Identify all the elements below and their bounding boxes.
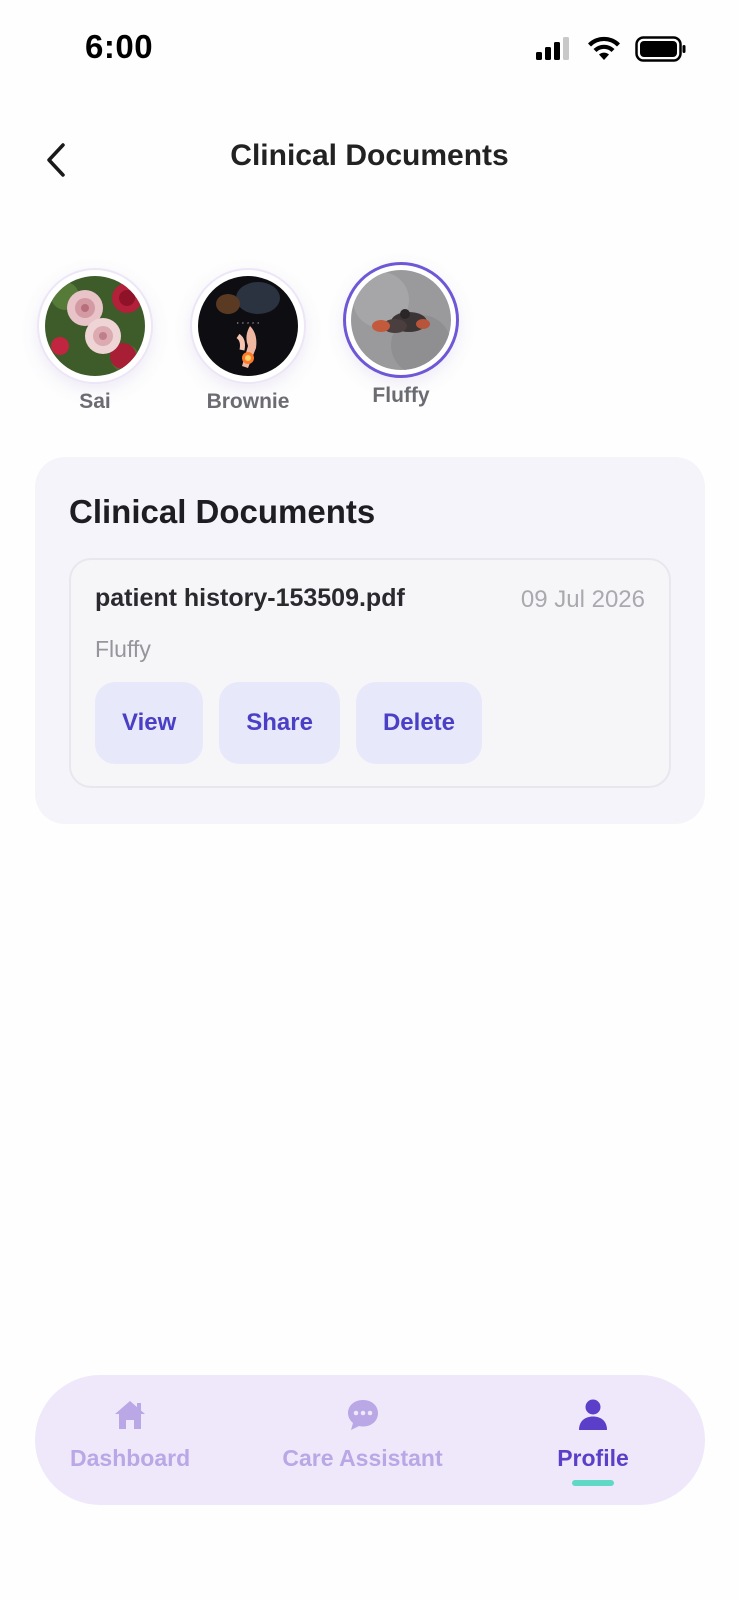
pet-brownie[interactable]: · · · · · Brownie xyxy=(183,268,313,414)
share-button[interactable]: Share xyxy=(219,682,340,764)
nav-care-assistant[interactable]: Care Assistant xyxy=(280,1395,445,1472)
status-bar: 6:00 xyxy=(0,0,739,100)
nav-label: Profile xyxy=(557,1445,629,1471)
nav-label: Dashboard xyxy=(70,1445,191,1471)
pet-name: Fluffy xyxy=(372,384,430,407)
clinical-documents-card: Clinical Documents patient history-15350… xyxy=(35,457,705,824)
pet-avatar-ring: · · · · · xyxy=(190,268,306,384)
status-time: 6:00 xyxy=(85,28,154,65)
bottom-nav: Dashboard Care Assistant Profile xyxy=(35,1375,705,1505)
status-icons xyxy=(535,36,687,62)
cellular-signal-icon xyxy=(536,37,569,60)
document-item: patient history-153509.pdf 09 Jul 2026 F… xyxy=(69,558,671,788)
pet-name: Sai xyxy=(79,390,111,413)
document-actions: View Share Delete xyxy=(95,682,483,764)
nav-profile[interactable]: Profile xyxy=(553,1395,633,1486)
section-title: Clinical Documents xyxy=(69,493,376,530)
header: Clinical Documents xyxy=(0,125,739,195)
pet-fluffy[interactable]: Fluffy xyxy=(336,262,466,408)
pet-avatar-fluffy xyxy=(351,270,451,370)
pet-name: Brownie xyxy=(206,390,290,413)
pet-avatar-ring xyxy=(37,268,153,384)
page-title: Clinical Documents xyxy=(230,139,509,172)
svg-text:· · · · ·: · · · · · xyxy=(237,319,260,328)
document-file-name: patient history-153509.pdf xyxy=(95,584,405,612)
document-pet-name: Fluffy xyxy=(95,636,151,662)
active-tab-indicator xyxy=(572,1480,614,1486)
pet-avatar-sai xyxy=(45,276,145,376)
nav-label: Care Assistant xyxy=(282,1445,443,1471)
wifi-icon xyxy=(588,36,620,60)
chat-bubble-icon xyxy=(347,1400,378,1430)
pet-avatar-brownie: · · · · · xyxy=(198,276,298,376)
pet-selector: Sai · · · · · Brownie Fluffy xyxy=(30,258,530,428)
person-icon xyxy=(579,1399,607,1430)
pet-sai[interactable]: Sai xyxy=(30,268,160,414)
home-icon xyxy=(115,1401,145,1429)
pet-avatar-ring xyxy=(343,262,459,378)
battery-icon xyxy=(635,36,686,62)
view-button[interactable]: View xyxy=(95,682,204,764)
clinical-documents-screen: 6:00 Clinical Documents Sai · · · · · Br… xyxy=(0,0,739,1600)
document-date: 09 Jul 2026 xyxy=(520,586,645,613)
delete-button[interactable]: Delete xyxy=(355,682,483,764)
nav-dashboard[interactable]: Dashboard xyxy=(70,1395,190,1472)
